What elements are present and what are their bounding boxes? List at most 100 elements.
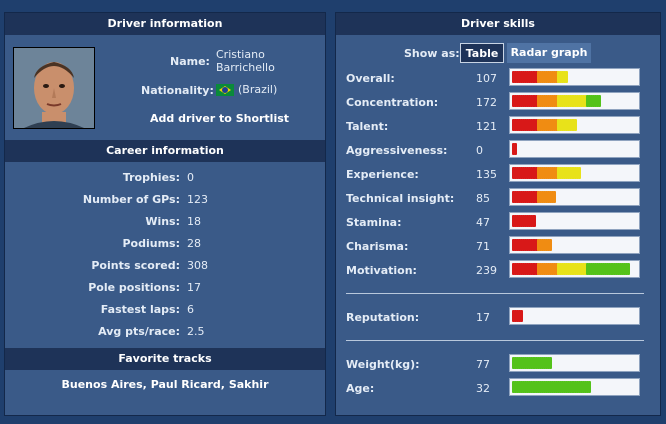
skill-bar (509, 260, 640, 278)
driver-skills-panel: Driver skills Show as: Table Radar graph… (335, 12, 661, 416)
skill-label: Aggressiveness: (346, 144, 448, 157)
skill-bar-segment (627, 263, 631, 275)
skill-row: Weight(kg): 77 (336, 354, 660, 376)
skill-value: 32 (476, 382, 490, 395)
skill-row: Concentration: 172 (336, 92, 660, 114)
nationality-label: Nationality: (141, 84, 214, 97)
skill-bar-segment (519, 310, 523, 322)
career-row: Avg pts/race: 2.5 (5, 321, 325, 343)
track-separator: , (142, 378, 151, 391)
career-row-value: 6 (187, 303, 194, 316)
skill-bar (509, 236, 640, 254)
career-row: Pole positions: 17 (5, 277, 325, 299)
skill-row: Reputation: 17 (336, 307, 660, 329)
driver-first-name: Cristiano (216, 48, 265, 61)
career-row-value: 17 (187, 281, 201, 294)
skill-value: 135 (476, 168, 497, 181)
skill-label: Charisma: (346, 240, 409, 253)
skill-row: Motivation: 239 (336, 260, 660, 282)
skill-bar (509, 354, 640, 372)
skill-value: 239 (476, 264, 497, 277)
skill-label: Age: (346, 382, 375, 395)
skill-row: Talent: 121 (336, 116, 660, 138)
skill-label: Experience: (346, 168, 419, 181)
driver-avatar-icon (14, 48, 94, 128)
skill-bar-segment (549, 239, 553, 251)
career-row-label: Wins: (145, 215, 180, 228)
driver-info-header: Driver information (5, 13, 325, 35)
career-row: Number of GPs: 123 (5, 189, 325, 211)
career-row: Podiums: 28 (5, 233, 325, 255)
skill-value: 172 (476, 96, 497, 109)
skill-row: Age: 32 (336, 378, 660, 400)
skill-bar-segment (552, 191, 556, 203)
career-row-label: Points scored: (91, 259, 180, 272)
career-row: Points scored: 308 (5, 255, 325, 277)
career-row-label: Avg pts/race: (98, 325, 180, 338)
skill-bar-segment (578, 167, 582, 179)
skill-value: 17 (476, 311, 490, 324)
skill-value: 71 (476, 240, 490, 253)
skill-bar-segment (549, 357, 553, 369)
divider (346, 340, 644, 341)
skill-bar (509, 68, 640, 86)
career-row: Wins: 18 (5, 211, 325, 233)
career-row: Fastest laps: 6 (5, 299, 325, 321)
career-row-label: Podiums: (122, 237, 180, 250)
add-to-shortlist-link[interactable]: Add driver to Shortlist (150, 112, 289, 125)
career-row-value: 0 (187, 171, 194, 184)
skill-bar-segment (588, 381, 592, 393)
skill-label: Concentration: (346, 96, 439, 109)
tab-table[interactable]: Table (460, 43, 504, 63)
driver-skills-header: Driver skills (336, 13, 660, 35)
skill-bar (509, 140, 640, 158)
career-row-label: Pole positions: (88, 281, 180, 294)
skill-label: Technical insight: (346, 192, 455, 205)
career-row-value: 123 (187, 193, 208, 206)
career-row: Trophies: 0 (5, 167, 325, 189)
skill-value: 85 (476, 192, 490, 205)
skill-value: 47 (476, 216, 490, 229)
career-row-label: Fastest laps: (100, 303, 180, 316)
skill-bar-segment (564, 71, 568, 83)
skill-row: Experience: 135 (336, 164, 660, 186)
skill-value: 107 (476, 72, 497, 85)
show-as-label: Show as: (404, 47, 460, 60)
skill-bar-segment (533, 215, 537, 227)
nationality-value: (Brazil) (216, 83, 277, 96)
skill-value: 0 (476, 144, 483, 157)
skill-bar (509, 188, 640, 206)
skill-bar (509, 116, 640, 134)
favorite-track[interactable]: Sakhir (229, 378, 269, 391)
skill-row: Overall: 107 (336, 68, 660, 90)
skill-bar (509, 378, 640, 396)
driver-info-panel: Driver information Name: Cristiano Barri… (4, 12, 326, 416)
skill-label: Stamina: (346, 216, 402, 229)
track-separator: , (220, 378, 229, 391)
name-label: Name: (170, 55, 210, 68)
career-info-header: Career information (5, 140, 325, 162)
favorite-tracks-header: Favorite tracks (5, 348, 325, 370)
skill-bar-segment (574, 119, 578, 131)
skill-value: 77 (476, 358, 490, 371)
career-row-value: 308 (187, 259, 208, 272)
brazil-flag-icon (216, 84, 234, 96)
favorite-track[interactable]: Buenos Aires (62, 378, 143, 391)
skill-value: 121 (476, 120, 497, 133)
favorite-track[interactable]: Paul Ricard (151, 378, 221, 391)
skill-row: Technical insight: 85 (336, 188, 660, 210)
career-row-label: Trophies: (122, 171, 180, 184)
skill-bar-segment (597, 95, 601, 107)
skill-label: Overall: (346, 72, 395, 85)
favorite-tracks-list: Buenos Aires, Paul Ricard, Sakhir (5, 378, 325, 391)
skill-label: Motivation: (346, 264, 417, 277)
career-row-value: 2.5 (187, 325, 205, 338)
skill-bar (509, 92, 640, 110)
skill-row: Charisma: 71 (336, 236, 660, 258)
driver-last-name: Barrichello (216, 61, 275, 74)
skill-row: Aggressiveness: 0 (336, 140, 660, 162)
career-row-value: 18 (187, 215, 201, 228)
skill-bar-segment (513, 143, 517, 155)
tab-radar-graph[interactable]: Radar graph (507, 43, 591, 63)
skill-label: Weight(kg): (346, 358, 420, 371)
